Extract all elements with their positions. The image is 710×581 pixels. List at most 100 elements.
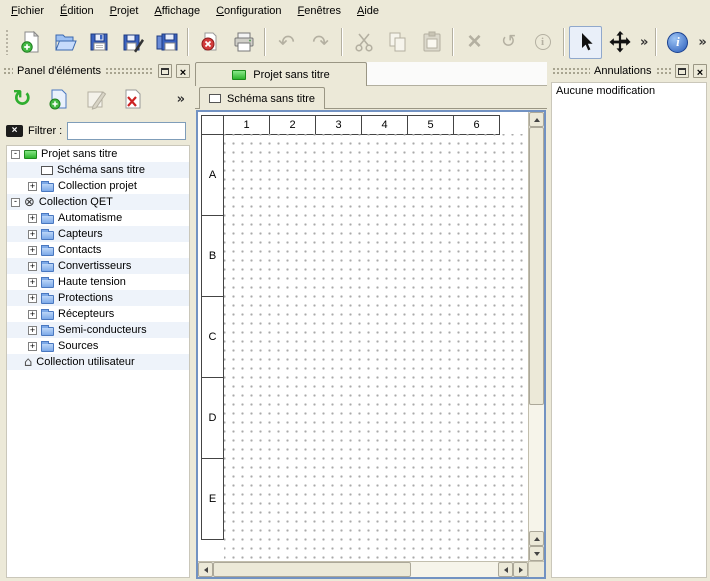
tree-item-label: Schéma sans titre	[57, 164, 145, 176]
schema-view-frame: 1 2 3 4 5 6 A B C	[196, 110, 546, 579]
menu-fichier[interactable]: Fichier	[3, 2, 52, 20]
tree-item-automatisme[interactable]: Automatisme	[7, 210, 189, 226]
reload-collections-button[interactable]	[8, 85, 36, 113]
delete-element-button[interactable]	[119, 85, 147, 113]
toolbar-separator	[264, 28, 266, 56]
expand-expander-icon[interactable]	[28, 182, 37, 191]
scroll-up-button[interactable]	[529, 112, 544, 127]
project-tab[interactable]: Projet sans titre	[195, 62, 367, 86]
clear-filter-button[interactable]	[6, 125, 23, 137]
tree-item-collection-utilisateur[interactable]: Collection utilisateur	[7, 354, 189, 370]
expand-expander-icon[interactable]	[28, 230, 37, 239]
expand-expander-icon[interactable]	[28, 310, 37, 319]
tree-item-sources[interactable]: Sources	[7, 338, 189, 354]
filter-input[interactable]	[67, 122, 186, 140]
float-panel-button[interactable]	[675, 64, 689, 78]
menu-affichage[interactable]: Affichage	[146, 2, 208, 20]
save-all-button[interactable]	[150, 26, 183, 59]
folder-icon	[41, 311, 54, 320]
new-project-button[interactable]	[14, 26, 47, 59]
undo-history-list[interactable]: Aucune modification	[551, 82, 707, 578]
element-info-button[interactable]	[526, 26, 559, 59]
expand-expander-icon[interactable]	[28, 278, 37, 287]
tree-item-label: Sources	[58, 340, 98, 352]
open-project-button[interactable]	[48, 26, 81, 59]
rotate-button[interactable]	[492, 26, 525, 59]
new-element-button[interactable]	[45, 85, 73, 113]
tree-item-projet[interactable]: Projet sans titre	[7, 146, 189, 162]
collapse-expander-icon[interactable]	[11, 198, 20, 207]
arrow-up-icon	[534, 537, 540, 541]
menu-fenetres[interactable]: Fenêtres	[290, 2, 349, 20]
toolbar-grip[interactable]	[5, 29, 10, 55]
copy-button[interactable]	[381, 26, 414, 59]
tree-item-collection-projet[interactable]: Collection projet	[7, 178, 189, 194]
redo-button[interactable]	[304, 26, 337, 59]
dock-grip-dots	[552, 67, 590, 75]
tree-item-contacts[interactable]: Contacts	[7, 242, 189, 258]
selection-mode-button[interactable]	[569, 26, 602, 59]
close-panel-button[interactable]	[693, 64, 707, 78]
filter-label: Filtrer :	[28, 125, 62, 137]
scroll-left-button-2[interactable]	[498, 562, 513, 577]
info-blue-icon	[667, 32, 688, 53]
folder-icon	[41, 343, 54, 352]
scroll-up-button-2[interactable]	[529, 531, 544, 546]
project-icon	[232, 70, 246, 80]
expand-expander-icon[interactable]	[28, 214, 37, 223]
scroll-right-button[interactable]	[513, 562, 528, 577]
schema-canvas[interactable]	[224, 134, 528, 561]
tree-item-protections[interactable]: Protections	[7, 290, 189, 306]
save-button[interactable]	[82, 26, 115, 59]
horizontal-scroll-thumb[interactable]	[213, 562, 411, 577]
toolbar-overflow-button-2[interactable]: »	[695, 35, 709, 50]
expand-expander-icon[interactable]	[28, 262, 37, 271]
expand-expander-icon[interactable]	[28, 294, 37, 303]
schema-tab-bar: Schéma sans titre	[195, 86, 547, 109]
horizontal-scroll-track[interactable]	[411, 562, 498, 577]
vertical-scrollbar[interactable]	[528, 112, 544, 561]
tree-item-label: Récepteurs	[58, 308, 114, 320]
horizontal-scrollbar[interactable]	[198, 561, 528, 577]
print-button[interactable]	[227, 26, 260, 59]
vertical-scroll-thumb[interactable]	[529, 127, 544, 405]
pan-mode-button[interactable]	[603, 26, 636, 59]
delete-button[interactable]	[458, 26, 491, 59]
paste-button[interactable]	[415, 26, 448, 59]
save-as-button[interactable]	[116, 26, 149, 59]
expand-expander-icon[interactable]	[28, 342, 37, 351]
tree-item-semi-conducteurs[interactable]: Semi-conducteurs	[7, 322, 189, 338]
vertical-scroll-track[interactable]	[529, 405, 544, 531]
about-info-button[interactable]	[661, 26, 694, 59]
menu-aide[interactable]: Aide	[349, 2, 387, 20]
collapse-expander-icon[interactable]	[11, 150, 20, 159]
filter-row: Filtrer :	[0, 118, 193, 144]
tree-item-capteurs[interactable]: Capteurs	[7, 226, 189, 242]
toolbar-overflow-button[interactable]: »	[637, 35, 651, 50]
undo-button[interactable]	[270, 26, 303, 59]
elements-panel-titlebar[interactable]: Panel d'éléments	[0, 62, 193, 80]
menu-edition[interactable]: Édition	[52, 2, 102, 20]
menu-projet[interactable]: Projet	[102, 2, 147, 20]
close-file-button[interactable]	[193, 26, 226, 59]
tree-item-collection-qet[interactable]: Collection QET	[7, 194, 189, 210]
menu-configuration[interactable]: Configuration	[208, 2, 289, 20]
close-panel-button[interactable]	[176, 64, 190, 78]
arrow-right-icon	[519, 567, 523, 573]
expand-expander-icon[interactable]	[28, 246, 37, 255]
toolbar-separator	[341, 28, 343, 56]
scroll-left-button[interactable]	[198, 562, 213, 577]
cut-button[interactable]	[347, 26, 380, 59]
edit-element-button[interactable]	[82, 85, 110, 113]
scroll-down-button[interactable]	[529, 546, 544, 561]
arrow-left-icon	[204, 567, 208, 573]
float-panel-button[interactable]	[158, 64, 172, 78]
tree-item-haute-tension[interactable]: Haute tension	[7, 274, 189, 290]
tree-item-convertisseurs[interactable]: Convertisseurs	[7, 258, 189, 274]
panel-overflow-button[interactable]: »	[174, 92, 188, 107]
schema-tab[interactable]: Schéma sans titre	[199, 87, 325, 109]
tree-item-schema[interactable]: Schéma sans titre	[7, 162, 189, 178]
expand-expander-icon[interactable]	[28, 326, 37, 335]
undo-panel-titlebar[interactable]: Annulations	[549, 62, 710, 80]
tree-item-recepteurs[interactable]: Récepteurs	[7, 306, 189, 322]
